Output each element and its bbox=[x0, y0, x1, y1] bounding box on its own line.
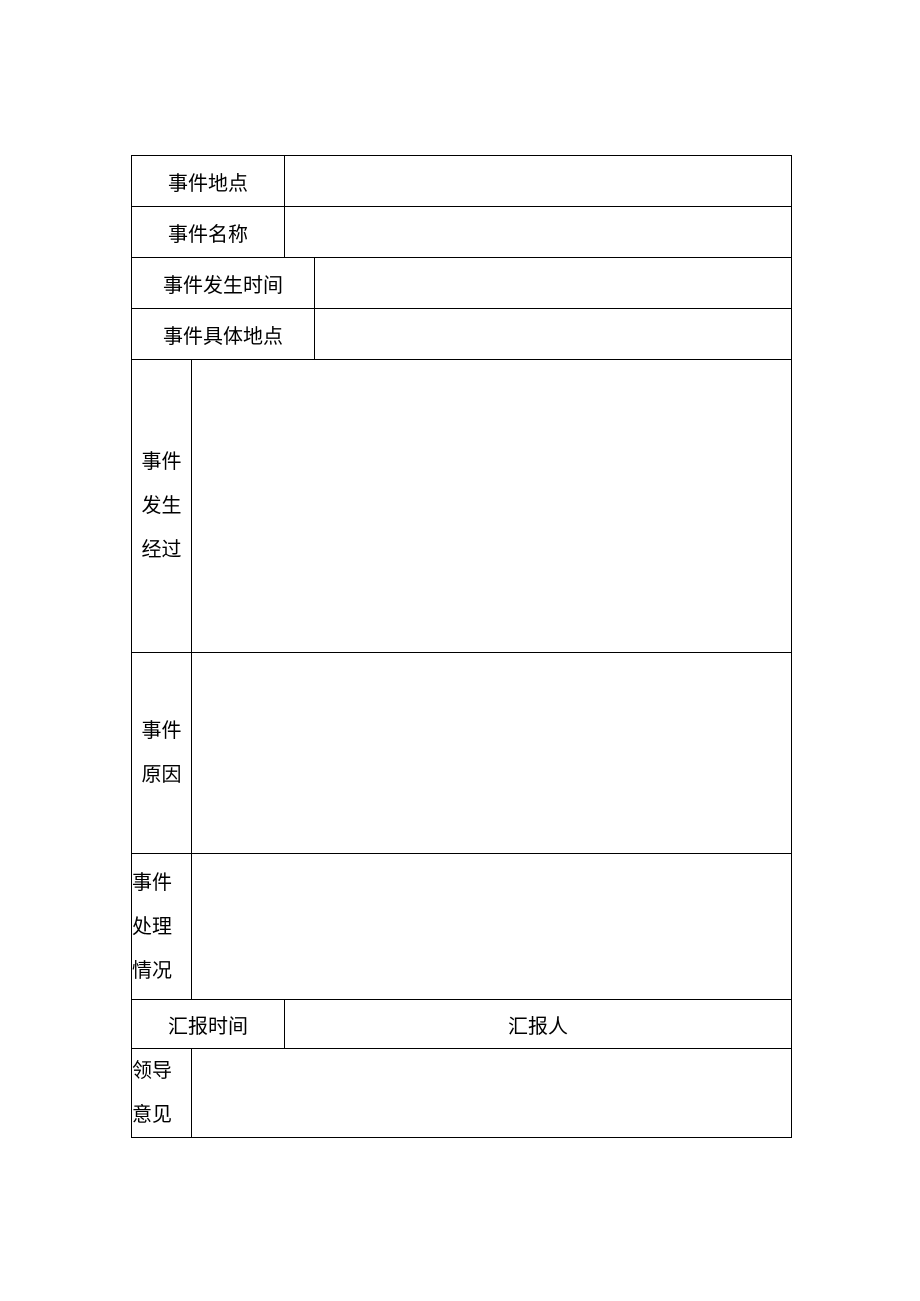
label-event-reason-line2: 原因 bbox=[132, 753, 191, 797]
label-event-handling-line1: 事件 bbox=[132, 861, 191, 905]
label-event-location: 事件地点 bbox=[132, 156, 285, 207]
row-event-handling: 事件 处理 情况 bbox=[132, 854, 792, 1000]
label-event-course-line1: 事件 bbox=[132, 440, 191, 484]
label-event-name: 事件名称 bbox=[132, 207, 285, 258]
label-event-course-line2: 发生 bbox=[132, 484, 191, 528]
row-event-location: 事件地点 bbox=[132, 156, 792, 207]
label-event-reason-line1: 事件 bbox=[132, 709, 191, 753]
row-leader-opinion: 领导 意见 bbox=[132, 1049, 792, 1138]
label-event-handling: 事件 处理 情况 bbox=[132, 854, 192, 1000]
label-leader-opinion: 领导 意见 bbox=[132, 1049, 192, 1138]
label-event-course-line3: 经过 bbox=[132, 528, 191, 572]
row-event-time: 事件发生时间 bbox=[132, 258, 792, 309]
row-event-specific-location: 事件具体地点 bbox=[132, 309, 792, 360]
incident-report-form: 事件地点 事件名称 事件发生时间 事件具体地点 事件 发生 经过 事件 原因 事… bbox=[131, 155, 792, 1138]
value-event-specific-location[interactable] bbox=[315, 309, 792, 360]
row-event-name: 事件名称 bbox=[132, 207, 792, 258]
label-reporter: 汇报人 bbox=[285, 1000, 792, 1049]
value-event-course[interactable] bbox=[192, 360, 792, 653]
label-event-course: 事件 发生 经过 bbox=[132, 360, 192, 653]
label-leader-opinion-line2: 意见 bbox=[132, 1093, 191, 1137]
value-event-time[interactable] bbox=[315, 258, 792, 309]
label-event-time: 事件发生时间 bbox=[132, 258, 315, 309]
value-event-name[interactable] bbox=[285, 207, 792, 258]
label-leader-opinion-line1: 领导 bbox=[132, 1049, 191, 1093]
value-event-location[interactable] bbox=[285, 156, 792, 207]
label-event-handling-line2: 处理 bbox=[132, 905, 191, 949]
value-event-handling[interactable] bbox=[192, 854, 792, 1000]
label-event-specific-location: 事件具体地点 bbox=[132, 309, 315, 360]
value-leader-opinion[interactable] bbox=[192, 1049, 792, 1138]
label-event-handling-line3: 情况 bbox=[132, 949, 191, 993]
value-event-reason[interactable] bbox=[192, 653, 792, 854]
label-report-time: 汇报时间 bbox=[132, 1000, 285, 1049]
row-event-reason: 事件 原因 bbox=[132, 653, 792, 854]
label-event-reason: 事件 原因 bbox=[132, 653, 192, 854]
row-report-info: 汇报时间 汇报人 bbox=[132, 1000, 792, 1049]
row-event-course: 事件 发生 经过 bbox=[132, 360, 792, 653]
